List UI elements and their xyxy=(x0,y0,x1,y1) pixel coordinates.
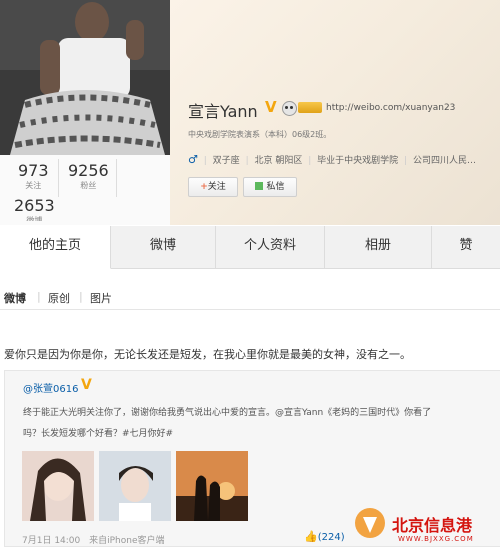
plus-icon: + xyxy=(200,182,208,192)
subtab-divider: | xyxy=(79,290,83,303)
quote-text-line1: 终于能正大光明关注你了，谢谢你给我勇气说出心中爱的宣言。@宣言Yann《老妈的三… xyxy=(23,408,432,418)
like-count: (224) xyxy=(317,532,345,543)
following-count: 973 xyxy=(18,161,49,180)
subtab-pictures[interactable]: 图片 xyxy=(90,290,112,306)
fans-label: 粉丝 xyxy=(80,181,97,190)
verified-v-icon: V xyxy=(265,98,277,116)
stat-divider xyxy=(116,159,117,197)
profile-stats: 973 关注 9256 粉丝 2653 微博 xyxy=(0,155,170,225)
quote-text-line2: 吗？长发短发哪个好看？#七月你好# xyxy=(23,429,174,439)
follow-button-label: 关注 xyxy=(207,182,226,192)
info-constellation: 双子座 xyxy=(212,156,240,166)
photo-thumbnail xyxy=(22,451,94,521)
quote-image-1[interactable] xyxy=(22,451,94,521)
photo-thumbnail xyxy=(176,451,248,521)
verified-v-icon: V xyxy=(81,377,92,393)
stat-fans[interactable]: 9256 粉丝 xyxy=(68,161,109,191)
subtab-original[interactable]: 原创 xyxy=(48,290,70,306)
profile-info-row: ♂ | 双子座 | 北京 朝阳区 | 毕业于中央戏剧学院 | 公司四川人民… xyxy=(188,153,476,166)
fans-count: 9256 xyxy=(68,161,109,180)
stat-posts[interactable]: 2653 微博 xyxy=(14,196,55,221)
info-divider: | xyxy=(404,156,408,166)
post-text: 爱你只是因为你是你，无论长发还是短发，在我心里你就是最美的女神，没有之一。 xyxy=(4,348,411,361)
tab-profile-info[interactable]: 个人资料 xyxy=(216,226,325,268)
tab-album[interactable]: 相册 xyxy=(325,226,432,268)
stat-following[interactable]: 973 关注 xyxy=(18,161,49,191)
info-company: 公司四川人民… xyxy=(412,156,476,166)
info-location: 北京 朝阳区 xyxy=(254,156,303,166)
quote-image-3[interactable] xyxy=(176,451,248,521)
vip-level-icon[interactable] xyxy=(298,102,322,113)
posts-count: 2653 xyxy=(14,196,55,215)
profile-avatar[interactable] xyxy=(0,0,170,155)
post-meta: 7月1日 14:00 来自iPhone客户端 xyxy=(22,533,165,546)
mask-icon[interactable] xyxy=(282,101,297,116)
post-date-link[interactable]: 7月1日 14:00 xyxy=(22,536,80,546)
watermark-site: WWW.BJXXG.COM xyxy=(398,535,474,543)
male-gender-icon: ♂ xyxy=(188,153,198,166)
profile-url-link[interactable]: http://weibo.com/xuanyan23 xyxy=(326,103,455,113)
subtab-divider: | xyxy=(37,290,41,303)
info-divider: | xyxy=(308,156,312,166)
thumbs-up-icon: 👍 xyxy=(304,530,318,543)
follow-button[interactable]: +关注 xyxy=(188,177,238,197)
avatar-photo xyxy=(0,0,170,155)
post-source: 来自iPhone客户端 xyxy=(89,536,165,546)
sub-tabs: 微博 | 原创 | 图片 xyxy=(0,285,500,310)
subtab-weibo[interactable]: 微博 xyxy=(4,290,26,306)
profile-bio: 中央戏剧学院表演系（本科）06级2班。 xyxy=(188,130,332,139)
quote-image-2[interactable] xyxy=(99,451,171,521)
profile-name: 宣言Yann xyxy=(188,102,258,121)
following-label: 关注 xyxy=(25,181,42,190)
message-icon xyxy=(255,182,264,190)
stat-divider xyxy=(58,159,59,197)
tab-home[interactable]: 他的主页 xyxy=(0,226,111,269)
info-school: 毕业于中央戏剧学院 xyxy=(317,156,399,166)
info-divider: | xyxy=(203,156,207,166)
tab-weibo[interactable]: 微博 xyxy=(111,226,216,268)
posts-label: 微博 xyxy=(26,216,43,221)
photo-thumbnail xyxy=(99,451,171,521)
message-button[interactable]: 私信 xyxy=(243,177,297,197)
quote-author-link[interactable]: @张萱0616 xyxy=(23,380,78,395)
watermark-logo-icon xyxy=(350,503,390,543)
tab-likes[interactable]: 赞 xyxy=(432,226,500,268)
watermark-brand: 北京信息港 xyxy=(392,516,473,535)
message-button-label: 私信 xyxy=(266,182,285,192)
like-button[interactable]: 👍(224) xyxy=(304,530,345,543)
info-divider: | xyxy=(245,156,249,166)
